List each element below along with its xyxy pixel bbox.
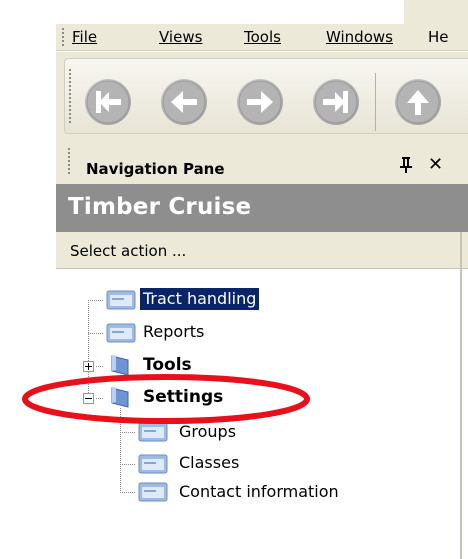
folder-icon xyxy=(111,387,129,408)
menu-windows-label: Windows xyxy=(326,28,393,46)
tree-item-label: Groups xyxy=(179,422,237,441)
toolbar xyxy=(56,52,468,136)
menu-views[interactable]: Views xyxy=(159,28,202,46)
form-icon xyxy=(106,323,136,343)
last-record-icon xyxy=(314,80,358,124)
app-title: Timber Cruise xyxy=(68,194,252,220)
pin-button[interactable] xyxy=(398,156,414,174)
tree-connector xyxy=(88,300,104,301)
tree-connector xyxy=(120,432,136,433)
close-icon: ✕ xyxy=(428,154,444,175)
tree-connector xyxy=(96,398,104,399)
pane-title: Navigation Pane xyxy=(86,160,225,178)
pane-grip[interactable] xyxy=(68,148,70,176)
tree-item-label: Settings xyxy=(143,387,224,407)
tree-item-label: Tract handling xyxy=(140,288,260,310)
last-record-button[interactable] xyxy=(313,79,359,125)
menu-views-label: Views xyxy=(159,28,203,46)
up-button[interactable] xyxy=(395,79,441,125)
tree-connector xyxy=(88,300,89,398)
menu-tools[interactable]: Tools xyxy=(244,28,281,46)
previous-record-icon xyxy=(162,80,206,124)
toolbar-grip[interactable] xyxy=(69,69,71,125)
form-icon xyxy=(138,422,168,442)
pane-header: Navigation Pane ✕ xyxy=(56,136,468,184)
tree-item-label: Contact information xyxy=(179,482,339,501)
menu-windows[interactable]: Windows xyxy=(326,28,393,46)
next-record-button[interactable] xyxy=(237,79,283,125)
folder-icon xyxy=(111,355,129,376)
first-record-button[interactable] xyxy=(85,79,131,125)
tree-item-label: Reports xyxy=(143,322,205,341)
tree-item-label: Classes xyxy=(179,453,240,472)
next-record-icon xyxy=(238,80,282,124)
menu-file[interactable]: File xyxy=(72,28,97,46)
tree-connector xyxy=(88,333,104,334)
action-label: Select action ... xyxy=(70,242,187,260)
menu-help[interactable]: He xyxy=(428,28,449,46)
app-title-band: Timber Cruise xyxy=(56,184,468,232)
expand-plus-icon[interactable] xyxy=(83,361,94,372)
toolbar-separator xyxy=(375,73,376,131)
menu-tools-label: Tools xyxy=(244,28,281,46)
up-icon xyxy=(396,80,440,124)
menu-help-label: He xyxy=(428,28,449,46)
application-window: File Views Tools Windows He Navigation P… xyxy=(56,0,468,559)
window-tab-strip xyxy=(404,0,468,24)
menubar-grip[interactable] xyxy=(62,28,64,46)
form-icon xyxy=(138,482,168,502)
close-button[interactable]: ✕ xyxy=(428,156,443,174)
first-record-icon xyxy=(86,80,130,124)
collapse-minus-icon[interactable] xyxy=(83,393,94,404)
pin-icon xyxy=(400,157,412,173)
menu-file-label: File xyxy=(72,28,98,46)
navigation-pane: Navigation Pane ✕ Timber Cruise Select a… xyxy=(56,136,468,559)
tree-item-label: Tools xyxy=(143,355,192,375)
tree-connector xyxy=(96,366,104,367)
form-icon xyxy=(138,454,168,474)
menu-bar: File Views Tools Windows He xyxy=(56,24,468,51)
action-bar[interactable]: Select action ... xyxy=(56,232,468,269)
tree-connector xyxy=(120,492,136,493)
tree-connector xyxy=(120,464,136,465)
pane-splitter[interactable] xyxy=(460,232,462,559)
tree-connector xyxy=(120,408,121,492)
previous-record-button[interactable] xyxy=(161,79,207,125)
form-icon xyxy=(106,290,136,310)
navigation-tree: Tract handling Reports Tools Settings Gr… xyxy=(56,268,468,559)
toolbar-inner xyxy=(64,58,468,134)
